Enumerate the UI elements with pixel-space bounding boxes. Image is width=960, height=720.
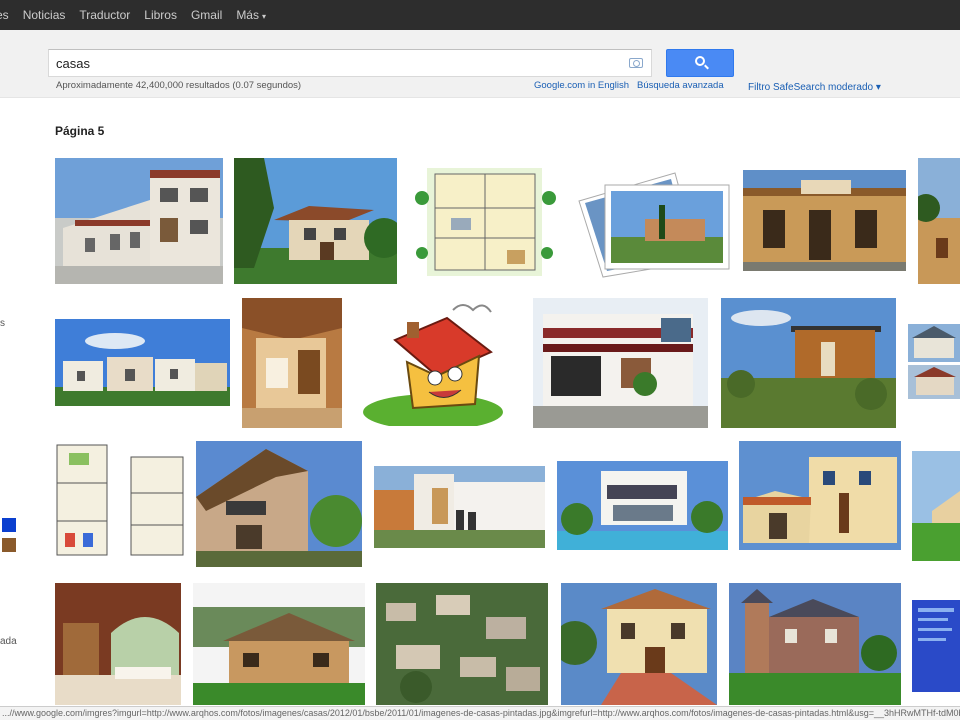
house-image bbox=[908, 324, 960, 362]
house-image bbox=[918, 158, 960, 284]
search-button[interactable] bbox=[666, 49, 734, 77]
nav-item-mas-label: Más bbox=[236, 8, 259, 22]
image-result[interactable] bbox=[912, 451, 960, 561]
image-result[interactable] bbox=[193, 583, 365, 705]
image-result[interactable] bbox=[918, 158, 960, 284]
house-image bbox=[374, 466, 545, 548]
image-result[interactable] bbox=[55, 158, 223, 284]
color-swatch-brown[interactable] bbox=[2, 538, 16, 552]
document-image bbox=[912, 600, 960, 692]
image-result[interactable] bbox=[242, 298, 342, 428]
nav-item-mas[interactable]: Más ▾ bbox=[236, 8, 266, 22]
image-result[interactable] bbox=[729, 583, 901, 705]
link-english[interactable]: Google.com in English bbox=[534, 80, 629, 91]
house-image bbox=[55, 158, 223, 284]
house-image bbox=[721, 298, 896, 428]
sidebar-fragment: s bbox=[0, 318, 5, 329]
house-image bbox=[561, 583, 717, 705]
house-image bbox=[743, 170, 906, 271]
search-links: Google.com in English Búsqueda avanzada bbox=[534, 80, 724, 91]
image-result[interactable] bbox=[721, 298, 896, 428]
image-result[interactable] bbox=[739, 441, 901, 550]
cartoon-house-image bbox=[357, 300, 509, 426]
house-image bbox=[729, 583, 901, 705]
house-image bbox=[557, 461, 728, 550]
chevron-down-icon: ▾ bbox=[261, 12, 266, 21]
house-image bbox=[196, 441, 362, 567]
top-nav-bar: es Noticias Traductor Libros Gmail Más▾ bbox=[0, 0, 960, 30]
safesearch-dropdown[interactable]: Filtro SafeSearch moderado ▾ bbox=[748, 82, 881, 93]
color-swatch-blue[interactable] bbox=[2, 518, 16, 532]
house-image bbox=[234, 158, 397, 284]
image-result[interactable] bbox=[55, 443, 187, 567]
nav-item-noticias[interactable]: Noticias bbox=[23, 8, 66, 22]
house-image bbox=[908, 365, 960, 399]
image-result[interactable] bbox=[374, 466, 545, 548]
image-result[interactable] bbox=[357, 300, 509, 426]
nav-item-libros[interactable]: Libros bbox=[144, 8, 177, 22]
house-image bbox=[533, 298, 708, 428]
house-image bbox=[55, 319, 230, 406]
links-sep bbox=[632, 80, 635, 91]
status-url: ...//www.google.com/imgres?imgurl=http:/… bbox=[0, 706, 960, 720]
camera-icon[interactable] bbox=[629, 58, 643, 68]
image-result[interactable] bbox=[908, 324, 960, 362]
nav-item-traductor[interactable]: Traductor bbox=[79, 8, 130, 22]
page-label: Página 5 bbox=[55, 124, 105, 138]
image-result[interactable] bbox=[561, 583, 717, 705]
house-image bbox=[912, 451, 960, 561]
link-advanced-search[interactable]: Búsqueda avanzada bbox=[637, 80, 724, 91]
image-result[interactable] bbox=[55, 583, 181, 705]
image-result[interactable] bbox=[376, 583, 548, 705]
house-image bbox=[739, 441, 901, 550]
image-result[interactable] bbox=[912, 600, 960, 692]
image-result[interactable] bbox=[557, 461, 728, 550]
image-result[interactable] bbox=[743, 170, 906, 271]
image-result[interactable] bbox=[533, 298, 708, 428]
nav-item-es[interactable]: es bbox=[0, 8, 9, 22]
house-image bbox=[193, 583, 365, 705]
hillside-town-image bbox=[376, 583, 548, 705]
floorplan-image bbox=[407, 158, 560, 284]
nav-item-gmail[interactable]: Gmail bbox=[191, 8, 222, 22]
interior-image bbox=[242, 298, 342, 428]
search-box[interactable] bbox=[48, 49, 652, 77]
image-result[interactable] bbox=[407, 158, 560, 284]
image-result[interactable] bbox=[234, 158, 397, 284]
search-icon bbox=[695, 56, 705, 66]
sidebar-fragment: ada bbox=[0, 636, 17, 647]
image-result[interactable] bbox=[575, 165, 731, 281]
results-stats: Aproximadamente 42,400,000 resultados (0… bbox=[56, 80, 302, 91]
image-result[interactable] bbox=[908, 365, 960, 399]
interior-image bbox=[55, 583, 181, 705]
floorplan-image bbox=[55, 443, 187, 567]
photo-stack-image bbox=[575, 165, 731, 281]
image-result[interactable] bbox=[55, 319, 230, 406]
search-input[interactable] bbox=[49, 50, 619, 76]
image-result[interactable] bbox=[196, 441, 362, 567]
